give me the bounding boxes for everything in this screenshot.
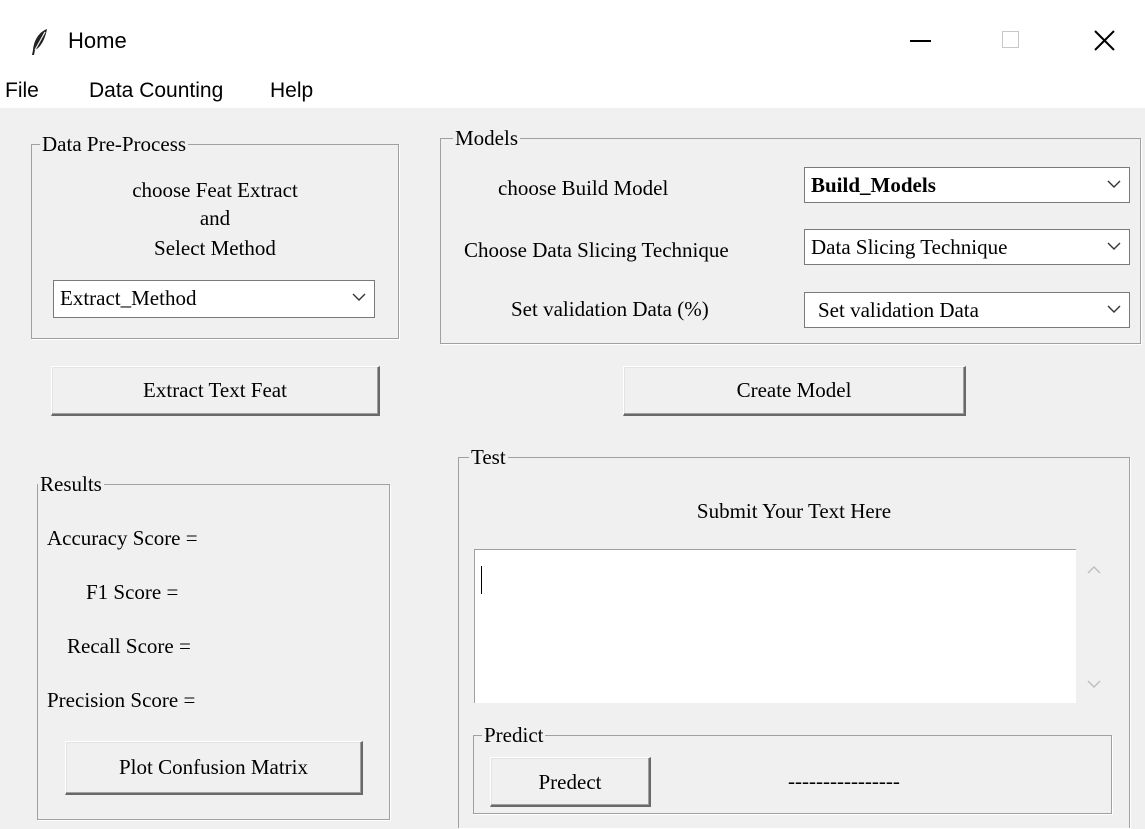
recall-score-label: Recall Score = — [67, 634, 191, 658]
prediction-output: ---------------- — [788, 769, 900, 793]
validation-data-value: Set validation Data — [818, 298, 979, 322]
predict-legend: Predict — [482, 722, 546, 748]
accuracy-score-label: Accuracy Score = — [47, 526, 198, 550]
maximize-button[interactable] — [985, 18, 1035, 64]
predict-button[interactable]: Predect — [490, 757, 651, 807]
feather-icon — [32, 29, 47, 55]
preprocess-legend: Data Pre-Process — [40, 131, 189, 157]
chevron-down-icon — [1107, 305, 1121, 313]
extract-text-feat-button[interactable]: Extract Text Feat — [51, 366, 380, 416]
extract-method-value: Extract_Method — [60, 286, 197, 310]
menu-help[interactable]: Help — [270, 79, 313, 103]
f1-score-label: F1 Score = — [86, 580, 179, 604]
preprocess-line-1: choose Feat Extract — [132, 178, 298, 202]
build-models-value: Build_Models — [811, 173, 936, 197]
slicing-technique-label: Choose Data Slicing Technique — [464, 238, 729, 262]
precision-score-label: Precision Score = — [47, 688, 196, 712]
create-model-button[interactable]: Create Model — [623, 366, 966, 416]
plot-confusion-matrix-button[interactable]: Plot Confusion Matrix — [65, 741, 363, 795]
text-caret — [481, 566, 482, 594]
menu-data-counting[interactable]: Data Counting — [89, 79, 223, 103]
build-model-label: choose Build Model — [498, 176, 669, 200]
test-legend: Test — [469, 444, 508, 470]
text-input-area[interactable] — [474, 549, 1076, 703]
chevron-down-icon[interactable] — [1086, 679, 1102, 689]
build-models-combobox[interactable]: Build_Models — [804, 167, 1130, 203]
window-title: Home — [68, 28, 127, 53]
submit-text-label: Submit Your Text Here — [696, 499, 892, 523]
models-legend: Models — [453, 125, 520, 151]
title-bar: Home — [0, 0, 1145, 78]
slicing-technique-combobox[interactable]: Data Slicing Technique — [804, 229, 1130, 265]
validation-data-label: Set validation Data (%) — [511, 297, 709, 321]
chevron-down-icon — [1107, 242, 1121, 250]
chevron-down-icon — [352, 293, 366, 301]
close-icon — [1094, 30, 1115, 51]
chevron-down-icon — [1107, 180, 1121, 188]
validation-data-combobox[interactable]: Set validation Data — [804, 292, 1130, 328]
preprocess-line-2: and — [199, 206, 231, 230]
results-legend: Results — [38, 471, 104, 497]
chevron-up-icon[interactable] — [1086, 565, 1102, 575]
menu-bar: File Data Counting Help — [0, 78, 1145, 108]
preprocess-line-3: Select Method — [154, 236, 276, 260]
extract-method-combobox[interactable]: Extract_Method — [53, 280, 375, 318]
slicing-technique-value: Data Slicing Technique — [811, 235, 1008, 259]
minimize-button[interactable] — [895, 18, 945, 64]
menu-file[interactable]: File — [5, 79, 39, 103]
text-scrollbar[interactable] — [1076, 549, 1112, 703]
close-button[interactable] — [1080, 18, 1130, 64]
